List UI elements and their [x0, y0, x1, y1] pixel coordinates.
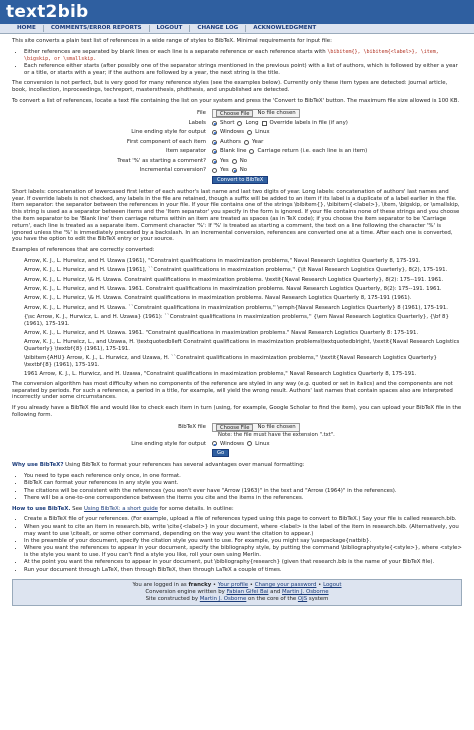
site-author-link[interactable]: Martin J. Osborne — [200, 596, 247, 602]
how-to-item: Where you want the references to appear … — [24, 545, 462, 559]
how-to-paragraph: How to use BibTeX. See Using BibTeX: a s… — [12, 505, 234, 512]
footer-logout-link[interactable]: Logout — [323, 582, 341, 588]
bibtex-file-status: No file chosen — [257, 424, 296, 431]
username: francky — [188, 582, 212, 589]
ojs-link[interactable]: OJS — [298, 596, 307, 602]
why-bibtex-paragraph: Why use BibTeX? Using BibTeX to format y… — [12, 462, 305, 469]
labels-short-radio[interactable] — [212, 120, 217, 126]
how-to-item: At the point you want the references to … — [24, 559, 462, 566]
main-content: This site converts a plain text list of … — [0, 34, 474, 573]
header-banner: text2bib — [0, 0, 474, 24]
how-to-list: Create a BibTeX file of your references.… — [24, 516, 462, 573]
profile-link[interactable]: Your profile — [218, 582, 248, 588]
first-component-authors-radio[interactable] — [212, 139, 217, 145]
first-component-label: First component of each item — [126, 138, 206, 145]
footer: You are logged in as francky • Your prof… — [12, 579, 462, 607]
example-item: {\sc Arrow, K. J., Hurwicz, L. and H. Uz… — [24, 313, 449, 327]
bibtex-file-input[interactable]: Choose File No file chosen — [212, 422, 300, 432]
bibtex-line-ending-windows-radio[interactable] — [212, 441, 217, 447]
footer-engine-line: Conversion engine written by Fabian Gife… — [145, 589, 329, 596]
algorithm-note: The conversion algorithm has most diffic… — [12, 380, 453, 401]
bibtex-check-intro: If you already have a BibTeX file and wo… — [12, 405, 462, 418]
convert-to-bibtex-button[interactable]: Convert to BibTeX — [212, 176, 269, 185]
nav-acknowledgment[interactable]: ACKNOWLEDGMENT — [246, 25, 323, 32]
how-to-item: In the preamble of your document, specif… — [24, 538, 462, 545]
example-item: \bibitem{AHU} Arrow, K. J., L. Hurwicz, … — [24, 355, 437, 369]
percent-no-radio[interactable] — [231, 158, 237, 164]
bibtex-file-label: BibTeX file — [178, 424, 206, 431]
examples-list: Arrow, K. J., L. Hurwicz, and H. Uzawa (… — [12, 258, 462, 378]
go-button[interactable]: Go — [212, 449, 230, 458]
change-password-link[interactable]: Change your password — [255, 582, 317, 588]
bibtex-guide-link[interactable]: Using BibTeX: a short guide — [84, 506, 158, 512]
labels-label: Labels — [188, 119, 206, 126]
example-item: 1961 Arrow, K. J., L. Hurwicz, and H. Uz… — [24, 371, 417, 378]
site-logo[interactable]: text2bib — [6, 3, 88, 20]
options-explanation: Short labels: concatenation of lowercase… — [12, 188, 460, 243]
labels-long-radio[interactable] — [237, 120, 243, 126]
incremental-no-radio[interactable] — [231, 168, 237, 174]
example-item: Arrow, K. J., L. Hurwicz, and H. Uzawa [… — [24, 267, 448, 274]
line-ending-label: Line ending style for output — [131, 129, 206, 136]
separator-blank-line-radio[interactable] — [212, 149, 217, 155]
requirement-item: Each reference either starts (after poss… — [24, 63, 462, 77]
nav-home[interactable]: HOME — [10, 25, 44, 32]
page: text2bib HOME COMMENTS/ERROR REPORTS LOG… — [0, 0, 474, 730]
line-ending-linux-radio[interactable] — [247, 130, 253, 136]
convert-form: File Choose File No file chosen Labels S… — [12, 109, 462, 185]
conversion-note: The conversion is not perfect, but is ve… — [12, 80, 448, 94]
first-component-year-radio[interactable] — [243, 139, 249, 145]
requirements-list: Either references are separated by blank… — [24, 49, 462, 77]
separator-label: Item separator — [166, 148, 206, 155]
example-item: Arrow, K. J., L. Hurwicz, and H. Uzawa (… — [24, 258, 421, 265]
choose-bibtex-file-button[interactable]: Choose File — [216, 423, 254, 431]
requirement-item: Either references are separated by blank… — [24, 49, 462, 63]
choose-file-button[interactable]: Choose File — [216, 110, 254, 118]
nav-change-log[interactable]: CHANGE LOG — [190, 25, 247, 32]
how-to-item: Run your document through LaTeX, then th… — [24, 567, 462, 574]
examples-intro: Examples of references that are correctl… — [12, 247, 155, 254]
footer-site-line: Site constructed by Martin J. Osborne on… — [145, 596, 329, 603]
how-to-item: Create a BibTeX file of your references.… — [24, 516, 462, 523]
file-label: File — [196, 110, 206, 117]
percent-yes-radio[interactable] — [212, 158, 217, 164]
example-item: Arrow, K. J., L. Hurwicz, \& H. Uzawa. C… — [24, 295, 412, 302]
example-item: Arrow, K. J., L. Hurwicz, and H. Uzawa. … — [24, 285, 442, 292]
intro-paragraph: This site converts a plain text list of … — [12, 38, 332, 44]
why-bibtex-list: You need to type each reference only onc… — [24, 473, 462, 502]
bibtex-check-form: BibTeX file Choose File No file chosen N… — [12, 422, 462, 459]
example-item: Arrow, K. J., L. Hurwicz, \& H. Uzawa. C… — [24, 276, 444, 283]
author-link[interactable]: Martin J. Osborne — [282, 589, 329, 595]
nav-comments[interactable]: COMMENTS/ERROR REPORTS — [44, 25, 150, 32]
convert-instructions: To convert a list of references, locate … — [12, 98, 460, 105]
why-item: You need to type each reference only onc… — [24, 473, 462, 480]
incremental-label: Incremental conversion? — [139, 167, 206, 174]
percent-comment-label: Treat '%' as starting a comment? — [117, 157, 206, 164]
example-item: Arrow, K. J., L. Hurwicz, and H. Uzawa. … — [24, 304, 448, 311]
why-item: There will be a one-to-one correspondenc… — [24, 495, 462, 502]
why-bibtex-title: Why use BibTeX? — [12, 462, 64, 469]
file-extension-note: Note: the file must have the extension "… — [218, 432, 335, 439]
bibtex-line-ending-linux-radio[interactable] — [247, 441, 253, 447]
how-to-item: When you want to cite an item in researc… — [24, 524, 462, 538]
why-item: The citations will be consistent with th… — [24, 488, 462, 495]
example-item: Arrow, K. J., L. Hurwicz, L., and Uzawa,… — [24, 339, 460, 353]
separator-carriage-return-radio[interactable] — [249, 149, 255, 155]
author-link[interactable]: Fabian Gifei Bai — [227, 589, 269, 595]
why-item: BibTeX can format your references in any… — [24, 480, 462, 487]
how-to-title: How to use BibTeX. — [12, 505, 71, 512]
nav-logout[interactable]: LOGOUT — [150, 25, 191, 32]
line-ending-windows-radio[interactable] — [212, 130, 217, 136]
file-input[interactable]: Choose File No file chosen — [212, 109, 300, 119]
incremental-yes-radio[interactable] — [212, 168, 217, 174]
example-item: Arrow, K. J., L. Hurwicz, and H. Uzawa. … — [24, 329, 419, 336]
top-navigation: HOME COMMENTS/ERROR REPORTS LOGOUT CHANG… — [0, 24, 474, 34]
file-status: No file chosen — [257, 110, 296, 117]
bibtex-line-ending-label: Line ending style for output — [131, 440, 206, 447]
footer-login-line: You are logged in as francky • Your prof… — [132, 582, 342, 589]
override-labels-checkbox[interactable] — [261, 120, 267, 126]
